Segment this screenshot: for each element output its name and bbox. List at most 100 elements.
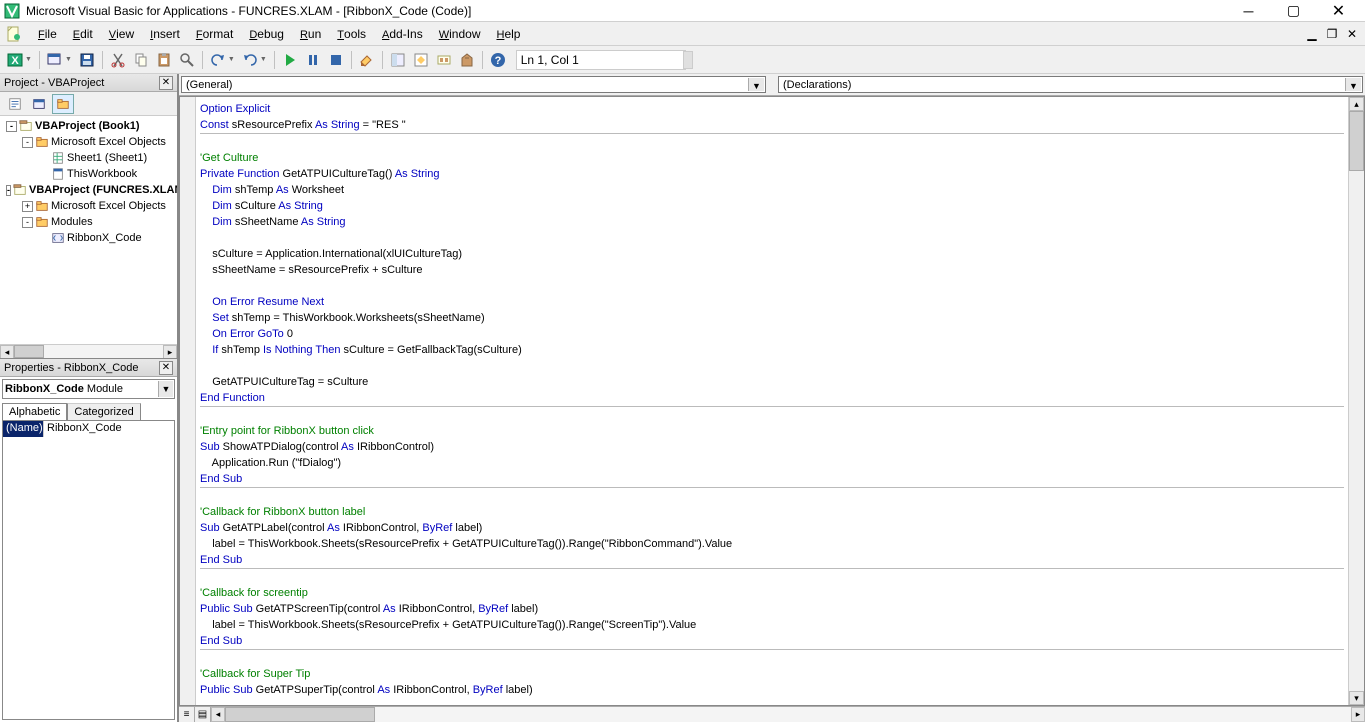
menu-window[interactable]: Window [431,23,489,45]
code-line[interactable]: Application.Run ("fDialog") [200,455,1344,471]
project-hscrollbar[interactable]: ◂ ▸ [0,344,177,358]
tree-expander-icon[interactable]: + [22,201,33,212]
properties-window-icon[interactable] [410,49,432,71]
redo-icon[interactable] [239,49,261,71]
code-line[interactable]: 'Get Culture [200,150,1344,166]
tree-node[interactable]: ThisWorkbook [2,166,175,182]
cursor-position-field[interactable]: Ln 1, Col 1 [516,50,686,70]
tree-node[interactable]: -Modules [2,214,175,230]
dropdown-arrow-icon[interactable]: ▼ [25,56,32,63]
toggle-folders-icon[interactable] [52,94,74,114]
object-combo[interactable]: (General) ▼ [181,76,766,93]
code-line[interactable]: Const sResourcePrefix As String = "RES " [200,117,1344,133]
undo-icon[interactable] [207,49,229,71]
menu-view[interactable]: View [101,23,142,45]
tree-node[interactable]: -Microsoft Excel Objects [2,134,175,150]
tree-expander-icon[interactable]: - [6,121,17,132]
tree-node[interactable]: +Microsoft Excel Objects [2,198,175,214]
tree-node[interactable]: RibbonX_Code [2,230,175,246]
project-explorer-icon[interactable] [387,49,409,71]
code-line[interactable]: On Error GoTo 0 [200,326,1344,342]
dropdown-arrow-icon[interactable]: ▼ [260,56,267,63]
view-object-icon[interactable] [28,94,50,114]
code-line[interactable] [200,358,1344,374]
code-line[interactable]: Public Sub GetATPScreenTip(control As IR… [200,601,1344,617]
full-module-view-button[interactable]: ▤ [195,707,211,722]
code-line[interactable]: Public Sub GetATPSuperTip(control As IRi… [200,682,1344,698]
code-line[interactable]: End Sub [200,552,1344,568]
code-line[interactable]: End Function [200,390,1344,406]
insert-userform-icon[interactable] [44,49,66,71]
menu-help[interactable]: Help [488,23,528,45]
code-line[interactable]: label = ThisWorkbook.Sheets(sResourcePre… [200,617,1344,633]
dropdown-arrow-icon[interactable]: ▼ [65,56,72,63]
code-line[interactable]: On Error Resume Next [200,294,1344,310]
tree-node[interactable]: -VBAProject (FUNCRES.XLAM) [2,182,175,198]
property-value-cell[interactable]: RibbonX_Code [43,421,174,437]
design-mode-icon[interactable] [356,49,378,71]
code-line[interactable] [200,278,1344,294]
save-icon[interactable] [76,49,98,71]
view-code-icon[interactable] [4,94,26,114]
reset-icon[interactable] [325,49,347,71]
code-line[interactable]: 'Callback for screentip [200,585,1344,601]
menu-run[interactable]: Run [292,23,329,45]
tree-expander-icon[interactable]: - [22,217,33,228]
mdi-close-button[interactable]: ✕ [1343,27,1361,41]
code-line[interactable] [200,569,1344,585]
dropdown-arrow-icon[interactable]: ▼ [748,78,764,91]
code-line[interactable]: 'Callback for RibbonX button label [200,504,1344,520]
maximize-button[interactable]: ▢ [1271,1,1316,21]
code-line[interactable]: Sub GetATPLabel(control As IRibbonContro… [200,520,1344,536]
code-line[interactable]: GetATPUICultureTag = sCulture [200,374,1344,390]
code-line[interactable]: Private Function GetATPUICultureTag() As… [200,166,1344,182]
property-name-cell[interactable]: (Name) [3,421,43,437]
code-line[interactable]: sSheetName = sResourcePrefix + sCulture [200,262,1344,278]
mdi-minimize-button[interactable]: ▁ [1303,27,1321,41]
scroll-left-icon[interactable]: ◂ [0,345,14,359]
procedure-view-button[interactable]: ≡ [179,707,195,722]
help-icon[interactable]: ? [487,49,509,71]
tree-node[interactable]: Sheet1 (Sheet1) [2,150,175,166]
cut-icon[interactable] [107,49,129,71]
scroll-right-icon[interactable]: ▸ [163,345,177,359]
find-icon[interactable] [176,49,198,71]
object-browser-icon[interactable] [433,49,455,71]
code-line[interactable]: Dim sSheetName As String [200,214,1344,230]
toolbox-icon[interactable] [456,49,478,71]
menu-insert[interactable]: Insert [142,23,188,45]
dropdown-arrow-icon[interactable]: ▼ [1345,78,1361,91]
mdi-restore-button[interactable]: ❐ [1323,27,1341,41]
code-line[interactable]: 'Callback for Super Tip [200,666,1344,682]
code-line[interactable]: Sub ShowATPDialog(control As IRibbonCont… [200,439,1344,455]
code-vscrollbar[interactable]: ▴ ▾ [1348,97,1364,705]
code-line[interactable]: Dim sCulture As String [200,198,1344,214]
project-tree[interactable]: -VBAProject (Book1)-Microsoft Excel Obje… [0,116,177,344]
menu-file[interactable]: File [30,23,65,45]
break-icon[interactable] [302,49,324,71]
menu-edit[interactable]: Edit [65,23,101,45]
scroll-up-icon[interactable]: ▴ [1349,97,1364,111]
code-line[interactable]: Set shTemp = ThisWorkbook.Worksheets(sSh… [200,310,1344,326]
copy-icon[interactable] [130,49,152,71]
run-icon[interactable] [279,49,301,71]
code-line[interactable] [200,407,1344,423]
project-explorer-close-button[interactable]: ✕ [159,76,173,90]
scroll-thumb[interactable] [1349,111,1364,171]
tab-categorized[interactable]: Categorized [67,403,140,420]
code-line[interactable]: 'Entry point for RibbonX button click [200,423,1344,439]
code-hscrollbar[interactable]: ◂ ▸ [211,707,1365,722]
code-line[interactable] [200,134,1344,150]
menu-add-ins[interactable]: Add-Ins [374,23,431,45]
view-excel-icon[interactable]: X [4,49,26,71]
tree-expander-icon[interactable]: - [6,185,11,196]
tab-alphabetic[interactable]: Alphabetic [2,403,67,420]
menu-tools[interactable]: Tools [329,23,374,45]
paste-icon[interactable] [153,49,175,71]
dropdown-arrow-icon[interactable]: ▼ [228,56,235,63]
scroll-down-icon[interactable]: ▾ [1349,691,1364,705]
minimize-button[interactable]: ─ [1226,1,1271,21]
properties-close-button[interactable]: ✕ [159,361,173,375]
scroll-thumb[interactable] [14,345,44,358]
code-line[interactable]: label = ThisWorkbook.Sheets(sResourcePre… [200,536,1344,552]
